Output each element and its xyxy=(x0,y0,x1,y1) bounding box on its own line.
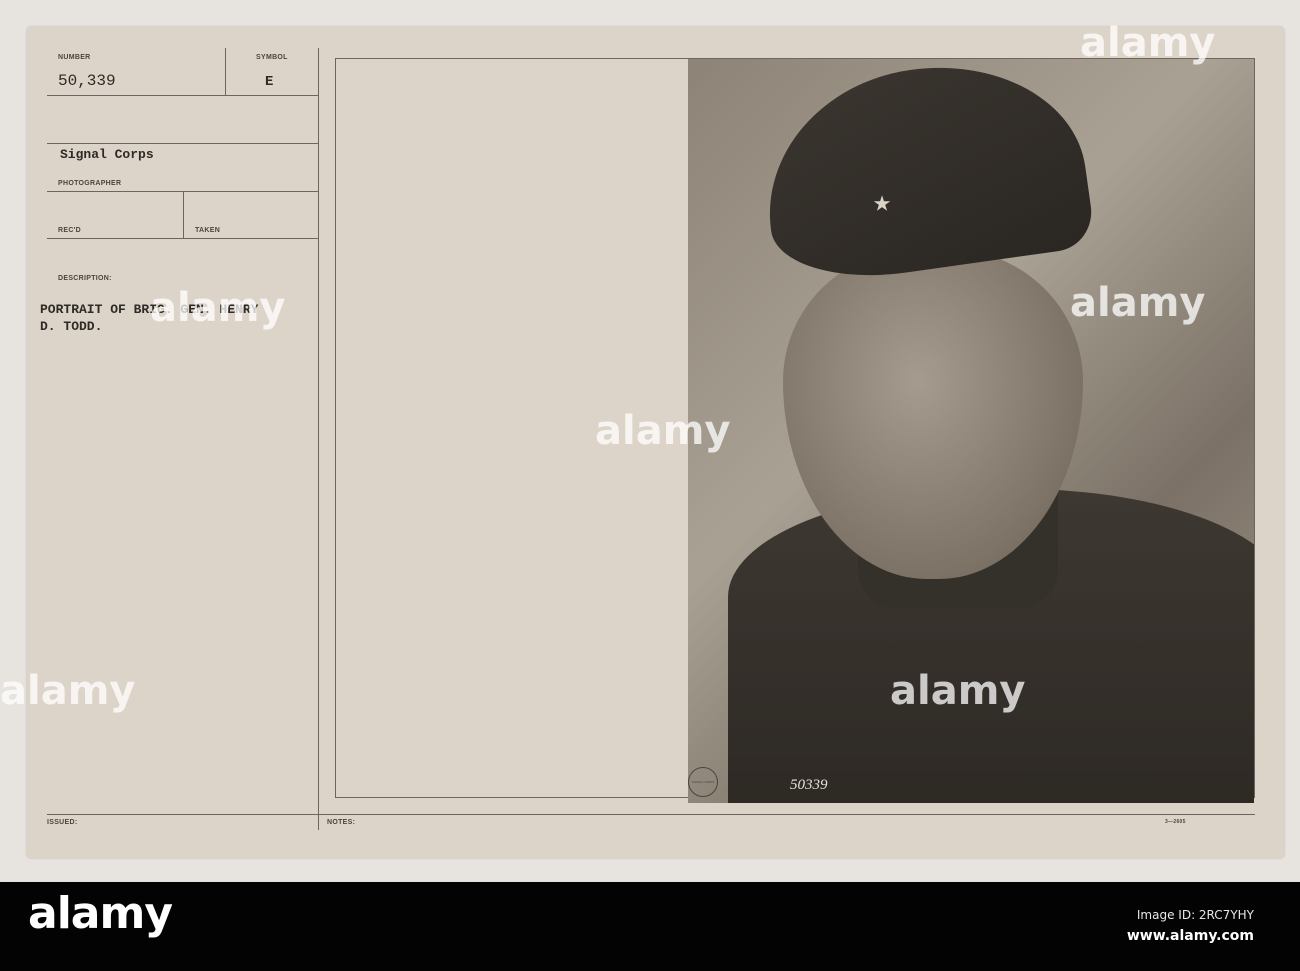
number-value: 50,339 xyxy=(58,72,116,90)
alamy-logo: alamy xyxy=(28,888,173,939)
photographer-label: PHOTOGRAPHER xyxy=(58,180,122,187)
image-id: Image ID: 2RC7YHY xyxy=(1136,908,1254,922)
issued-label: ISSUED: xyxy=(47,819,78,826)
symbol-value: E xyxy=(265,74,274,90)
divider xyxy=(47,143,318,144)
divider xyxy=(183,191,184,238)
signal-corps-stamp: SIGNAL CORPS xyxy=(688,767,718,797)
taken-label: TAKEN xyxy=(195,227,221,234)
divider xyxy=(47,238,318,239)
watermark: alamy xyxy=(1080,20,1216,66)
description-label: DESCRIPTION: xyxy=(58,275,112,282)
description-line-2: D. TODD. xyxy=(40,319,103,334)
garrison-cap xyxy=(751,59,1097,291)
watermark: alamy xyxy=(1070,280,1206,326)
divider xyxy=(225,48,226,95)
recd-label: REC'D xyxy=(58,227,81,234)
footer-bar: alamy Image ID: 2RC7YHY www.alamy.com xyxy=(0,882,1300,971)
divider xyxy=(47,95,318,96)
watermark: alamy xyxy=(0,668,136,714)
column-divider xyxy=(318,48,319,830)
watermark: alamy xyxy=(595,408,731,454)
notes-label: NOTES: xyxy=(327,819,356,826)
number-label: NUMBER xyxy=(58,54,91,61)
site-url[interactable]: www.alamy.com xyxy=(1127,928,1254,944)
photographer-value: Signal Corps xyxy=(60,147,154,162)
symbol-label: SYMBOL xyxy=(256,54,288,61)
watermark: alamy xyxy=(150,285,286,331)
bottom-rule xyxy=(47,814,1255,815)
watermark: alamy xyxy=(890,668,1026,714)
star-insignia-icon: ★ xyxy=(873,187,892,221)
negative-number: 50339 xyxy=(790,777,828,793)
form-number: 3—2605 xyxy=(1165,819,1186,825)
